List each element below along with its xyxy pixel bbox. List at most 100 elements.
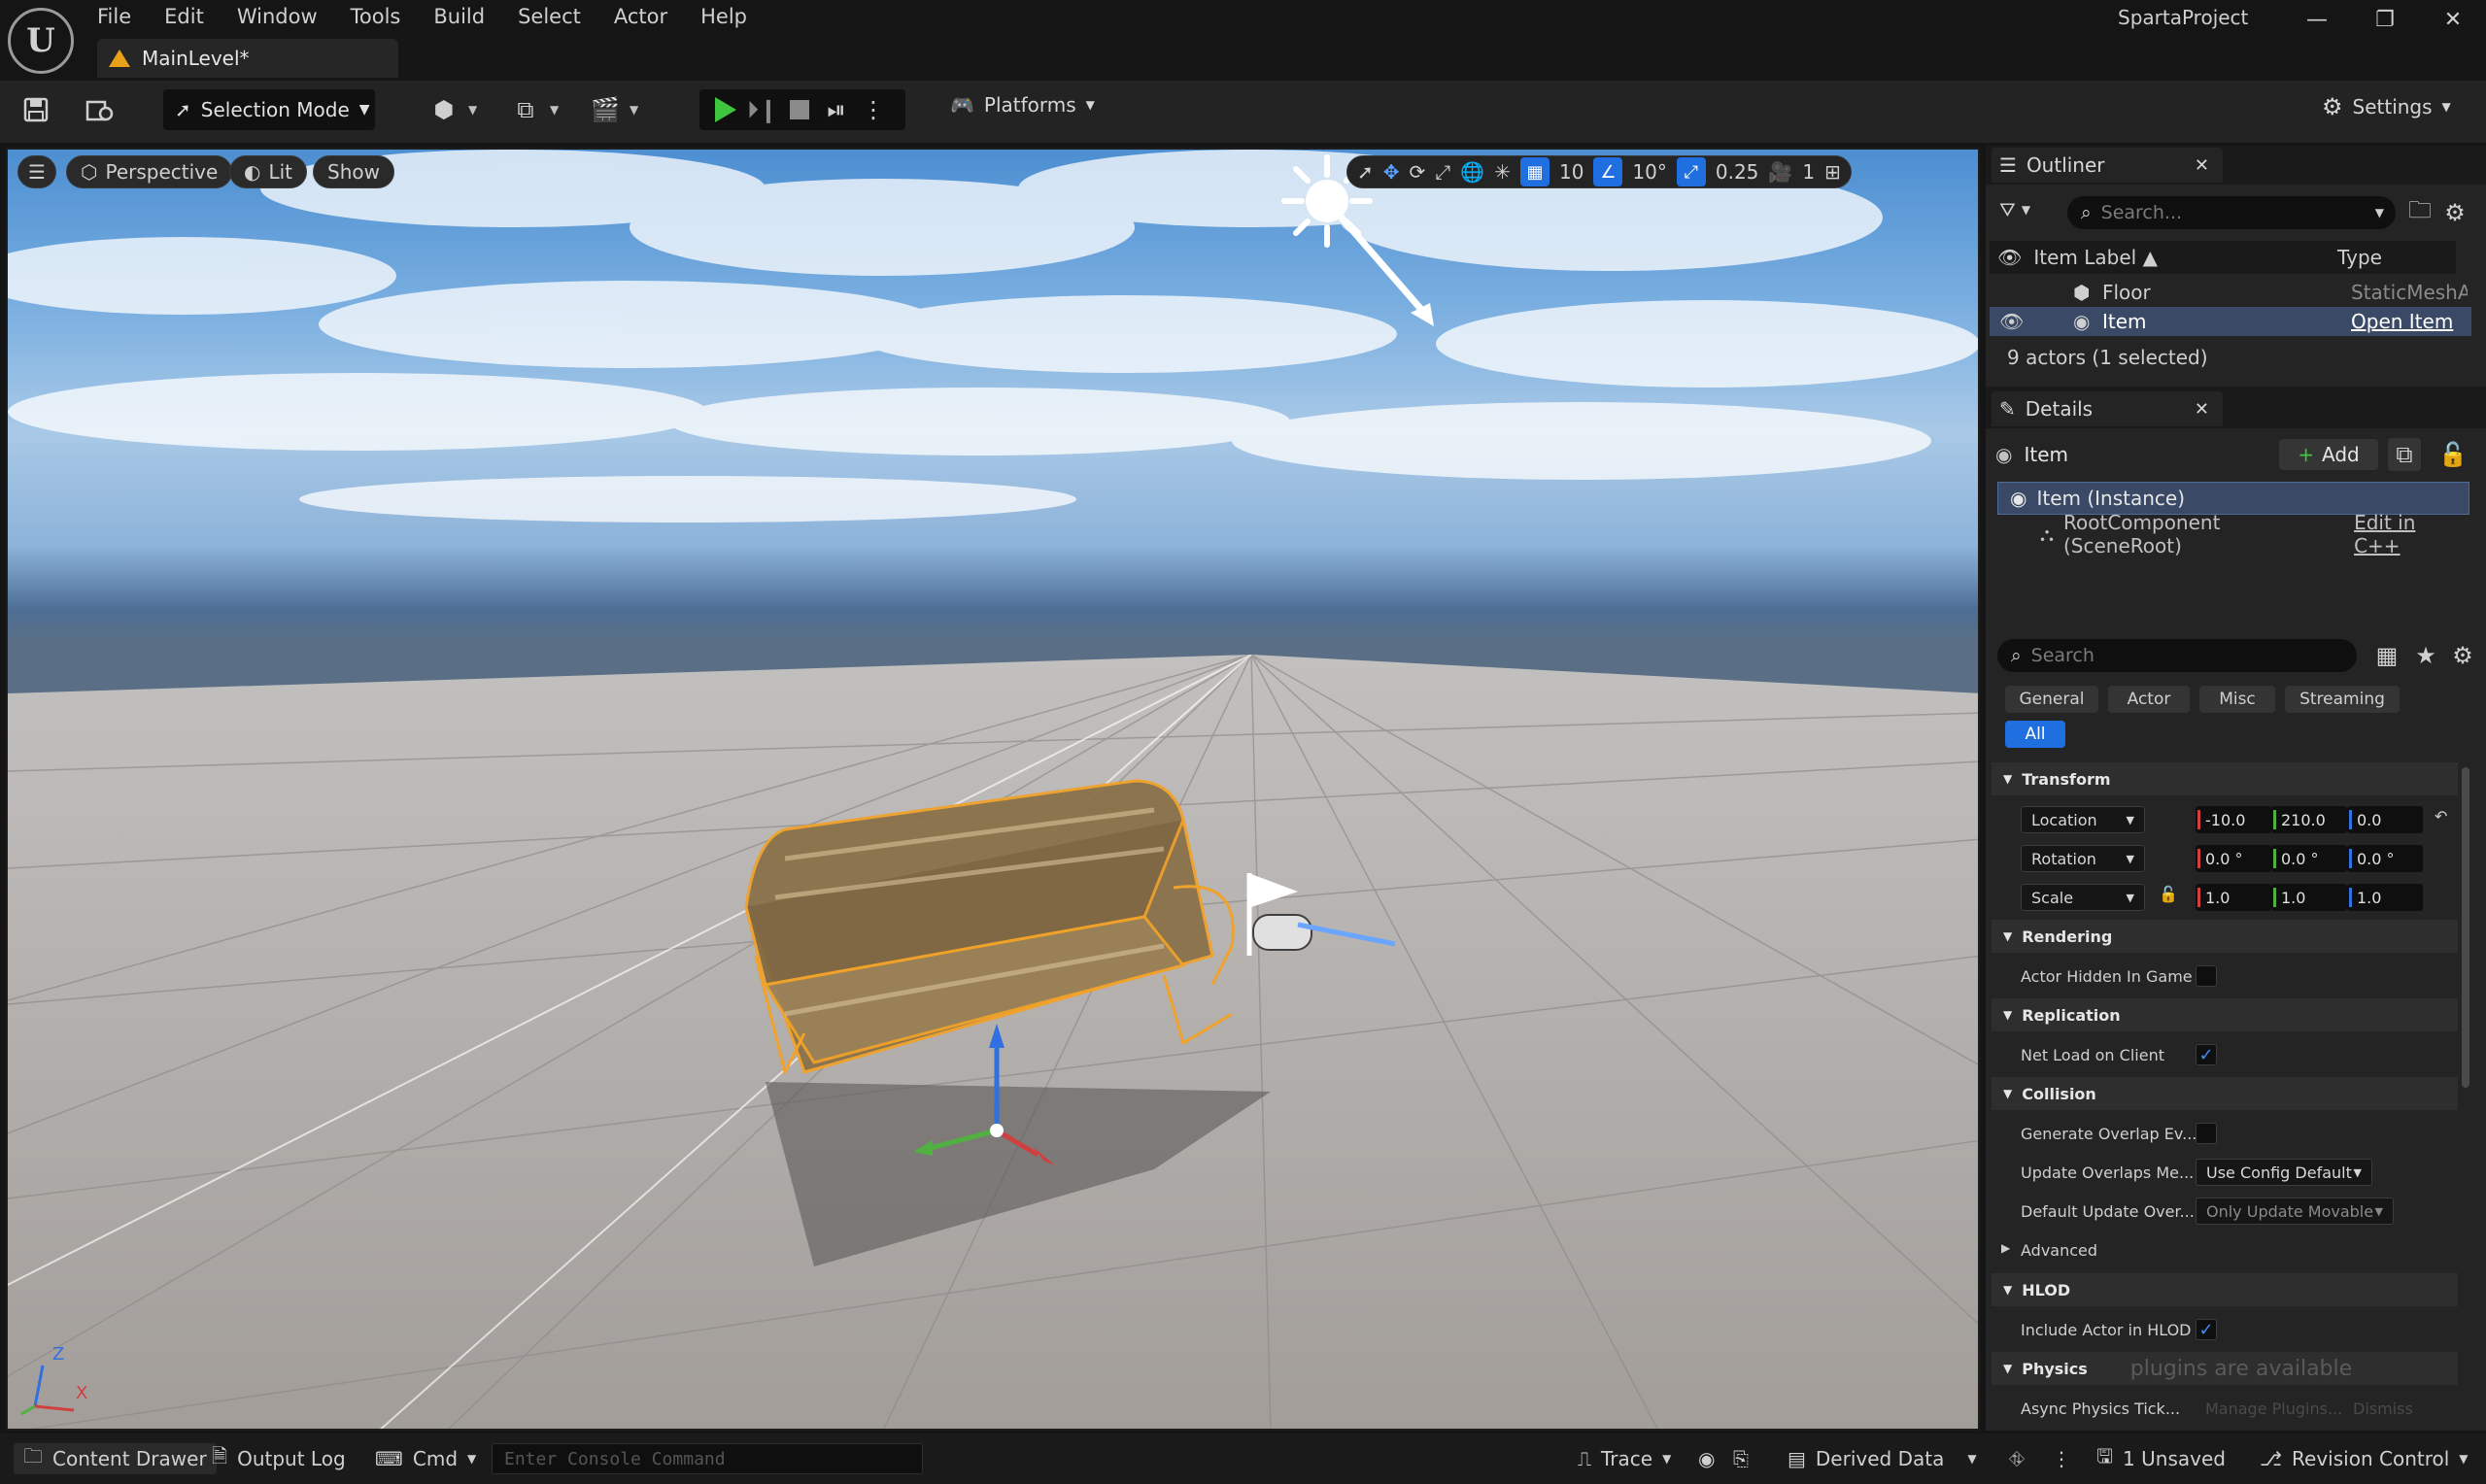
- menu-file[interactable]: File: [97, 0, 153, 33]
- grid-snap-value[interactable]: 10: [1559, 160, 1584, 184]
- generate-overlap-checkbox[interactable]: [2196, 1123, 2217, 1144]
- surface-snap-icon[interactable]: ✳: [1494, 160, 1511, 184]
- filter-actor[interactable]: Actor: [2108, 686, 2190, 713]
- minimize-icon[interactable]: —: [2302, 8, 2332, 32]
- trace-dropdown[interactable]: ⎍ Trace ▼: [1578, 1443, 1671, 1474]
- source-control-icon[interactable]: ⛗: [2009, 1443, 2025, 1474]
- more-options-icon[interactable]: ⋮: [2052, 1443, 2071, 1474]
- rotation-x[interactable]: 0.0 °: [2196, 845, 2271, 872]
- details-search-input[interactable]: ⌕ Search: [1997, 639, 2357, 672]
- outliner-row-floor[interactable]: ⬢ Floor StaticMeshAc: [1990, 278, 2471, 307]
- perspective-button[interactable]: ⬡ Perspective: [66, 155, 233, 188]
- close-icon[interactable]: ✕: [2195, 155, 2209, 176]
- location-y[interactable]: 210.0: [2271, 806, 2347, 833]
- section-rendering[interactable]: ▼ Rendering: [1992, 920, 2458, 953]
- lock-icon[interactable]: 🔓: [2159, 885, 2178, 903]
- lock-icon[interactable]: 🔓: [2436, 438, 2469, 471]
- menu-edit[interactable]: Edit: [164, 0, 225, 33]
- rotation-dropdown[interactable]: Rotation ▼: [2021, 845, 2145, 872]
- level-viewport[interactable]: Z X: [6, 148, 1980, 1431]
- manage-plugins-link[interactable]: Manage Plugins...: [2205, 1400, 2342, 1418]
- stop-button[interactable]: [783, 93, 816, 126]
- cmd-dropdown[interactable]: ⌨ Cmd ▼: [375, 1443, 476, 1474]
- details-scrollbar[interactable]: [2462, 767, 2469, 1088]
- output-log-button[interactable]: 🗎 Output Log: [212, 1443, 346, 1474]
- section-transform[interactable]: ▼ Transform: [1992, 762, 2458, 795]
- blueprints-button[interactable]: ⧉ ▼: [509, 93, 559, 126]
- eye-icon[interactable]: 👁: [1997, 246, 2022, 269]
- outliner-row-item[interactable]: 👁 ◉ Item Open Item: [1990, 307, 2471, 336]
- menu-tools[interactable]: Tools: [351, 0, 423, 33]
- location-x[interactable]: -10.0: [2196, 806, 2271, 833]
- include-hlod-checkbox[interactable]: ✓: [2196, 1319, 2217, 1340]
- instance-row[interactable]: ◉ Item (Instance): [1997, 482, 2469, 515]
- col-item-label[interactable]: Item Label ▲: [2033, 246, 2158, 269]
- dismiss-link[interactable]: Dismiss: [2353, 1400, 2413, 1418]
- level-tab[interactable]: MainLevel*: [97, 39, 398, 78]
- viewport-menu-button[interactable]: ☰: [17, 155, 56, 188]
- outliner-filter-button[interactable]: ⛛ ▼: [1999, 198, 2030, 221]
- add-component-button[interactable]: + Add: [2279, 439, 2378, 470]
- selection-mode-dropdown[interactable]: ➚ Selection Mode ▼: [163, 89, 375, 130]
- new-folder-icon[interactable]: 🗀: [2403, 196, 2436, 229]
- rotation-z[interactable]: 0.0 °: [2347, 845, 2423, 872]
- section-replication[interactable]: ▼ Replication: [1992, 998, 2458, 1031]
- location-z[interactable]: 0.0: [2347, 806, 2423, 833]
- play-button[interactable]: [709, 93, 742, 126]
- browse-content-icon[interactable]: [84, 93, 117, 126]
- details-tab[interactable]: ✎ Details ✕: [1992, 391, 2223, 426]
- rotate-tool-icon[interactable]: ⟳: [1410, 160, 1426, 184]
- rotation-snap-icon[interactable]: ∠: [1593, 157, 1623, 186]
- menu-help[interactable]: Help: [700, 0, 768, 33]
- translate-tool-icon[interactable]: ✥: [1383, 160, 1400, 184]
- close-icon[interactable]: ✕: [2195, 399, 2209, 420]
- scale-tool-icon[interactable]: ⤢: [1435, 160, 1450, 184]
- camera-speed-value[interactable]: 1: [1802, 160, 1815, 184]
- play-options-icon[interactable]: ⋮: [857, 93, 890, 126]
- unsaved-button[interactable]: 🖫 1 Unsaved: [2096, 1443, 2226, 1474]
- table-view-icon[interactable]: ▦: [2370, 639, 2403, 672]
- platforms-dropdown[interactable]: 🎮 Platforms ▼: [950, 93, 1095, 117]
- default-update-dropdown[interactable]: Only Update Movable ▼: [2196, 1197, 2394, 1225]
- star-icon[interactable]: ★: [2409, 639, 2442, 672]
- scale-dropdown[interactable]: Scale ▼: [2021, 884, 2145, 911]
- actor-hidden-checkbox[interactable]: [2196, 965, 2217, 987]
- filter-streaming[interactable]: Streaming: [2285, 686, 2400, 713]
- settings-dropdown[interactable]: ⚙ Settings ▼: [2322, 93, 2451, 120]
- open-item-link[interactable]: Open Item: [2351, 310, 2453, 333]
- advanced-row[interactable]: ▶ Advanced: [1992, 1231, 2458, 1268]
- revision-control-dropdown[interactable]: ⎇ Revision Control ▼: [2260, 1443, 2469, 1474]
- eject-button[interactable]: ⏯: [820, 93, 853, 126]
- rotation-y[interactable]: 0.0 °: [2271, 845, 2347, 872]
- edit-cpp-link[interactable]: Edit in C++: [2354, 511, 2468, 557]
- menu-actor[interactable]: Actor: [614, 0, 689, 33]
- outliner-search-input[interactable]: ⌕ Search... ▼: [2067, 196, 2396, 229]
- filter-all[interactable]: All: [2005, 721, 2065, 748]
- screenshot-icon[interactable]: ⎘: [1733, 1443, 1749, 1474]
- console-command-input[interactable]: Enter Console Command: [492, 1443, 923, 1474]
- filter-misc[interactable]: Misc: [2199, 686, 2275, 713]
- world-space-icon[interactable]: 🌐: [1460, 160, 1484, 184]
- section-physics[interactable]: ▼ Physics plugins are available: [1992, 1352, 2458, 1385]
- show-button[interactable]: Show: [313, 155, 394, 188]
- gear-icon[interactable]: ⚙: [2446, 639, 2479, 672]
- close-window-icon[interactable]: ✕: [2438, 8, 2468, 32]
- rotation-snap-value[interactable]: 10°: [1632, 160, 1666, 184]
- blueprint-icon[interactable]: ⧉: [2388, 438, 2421, 471]
- scale-z[interactable]: 1.0: [2347, 884, 2423, 911]
- scale-snap-value[interactable]: 0.25: [1716, 160, 1759, 184]
- reset-icon[interactable]: ↶: [2435, 807, 2447, 826]
- bench-actor[interactable]: [727, 723, 1251, 1228]
- grid-snap-icon[interactable]: ▦: [1519, 157, 1549, 186]
- scale-y[interactable]: 1.0: [2271, 884, 2347, 911]
- add-actor-button[interactable]: ⬢ ▼: [427, 93, 478, 126]
- cinematics-button[interactable]: 🎬 ▼: [589, 93, 638, 126]
- section-collision[interactable]: ▼ Collision: [1992, 1077, 2458, 1110]
- content-drawer-button[interactable]: 🗀 Content Drawer: [14, 1443, 217, 1474]
- unreal-logo-icon[interactable]: U: [8, 8, 74, 74]
- filter-general[interactable]: General: [2005, 686, 2098, 713]
- menu-build[interactable]: Build: [433, 0, 506, 33]
- net-load-checkbox[interactable]: ✓: [2196, 1044, 2217, 1065]
- derived-data-dropdown[interactable]: ▤ Derived Data ▼: [1788, 1443, 1977, 1474]
- select-tool-icon[interactable]: ➚: [1357, 160, 1374, 184]
